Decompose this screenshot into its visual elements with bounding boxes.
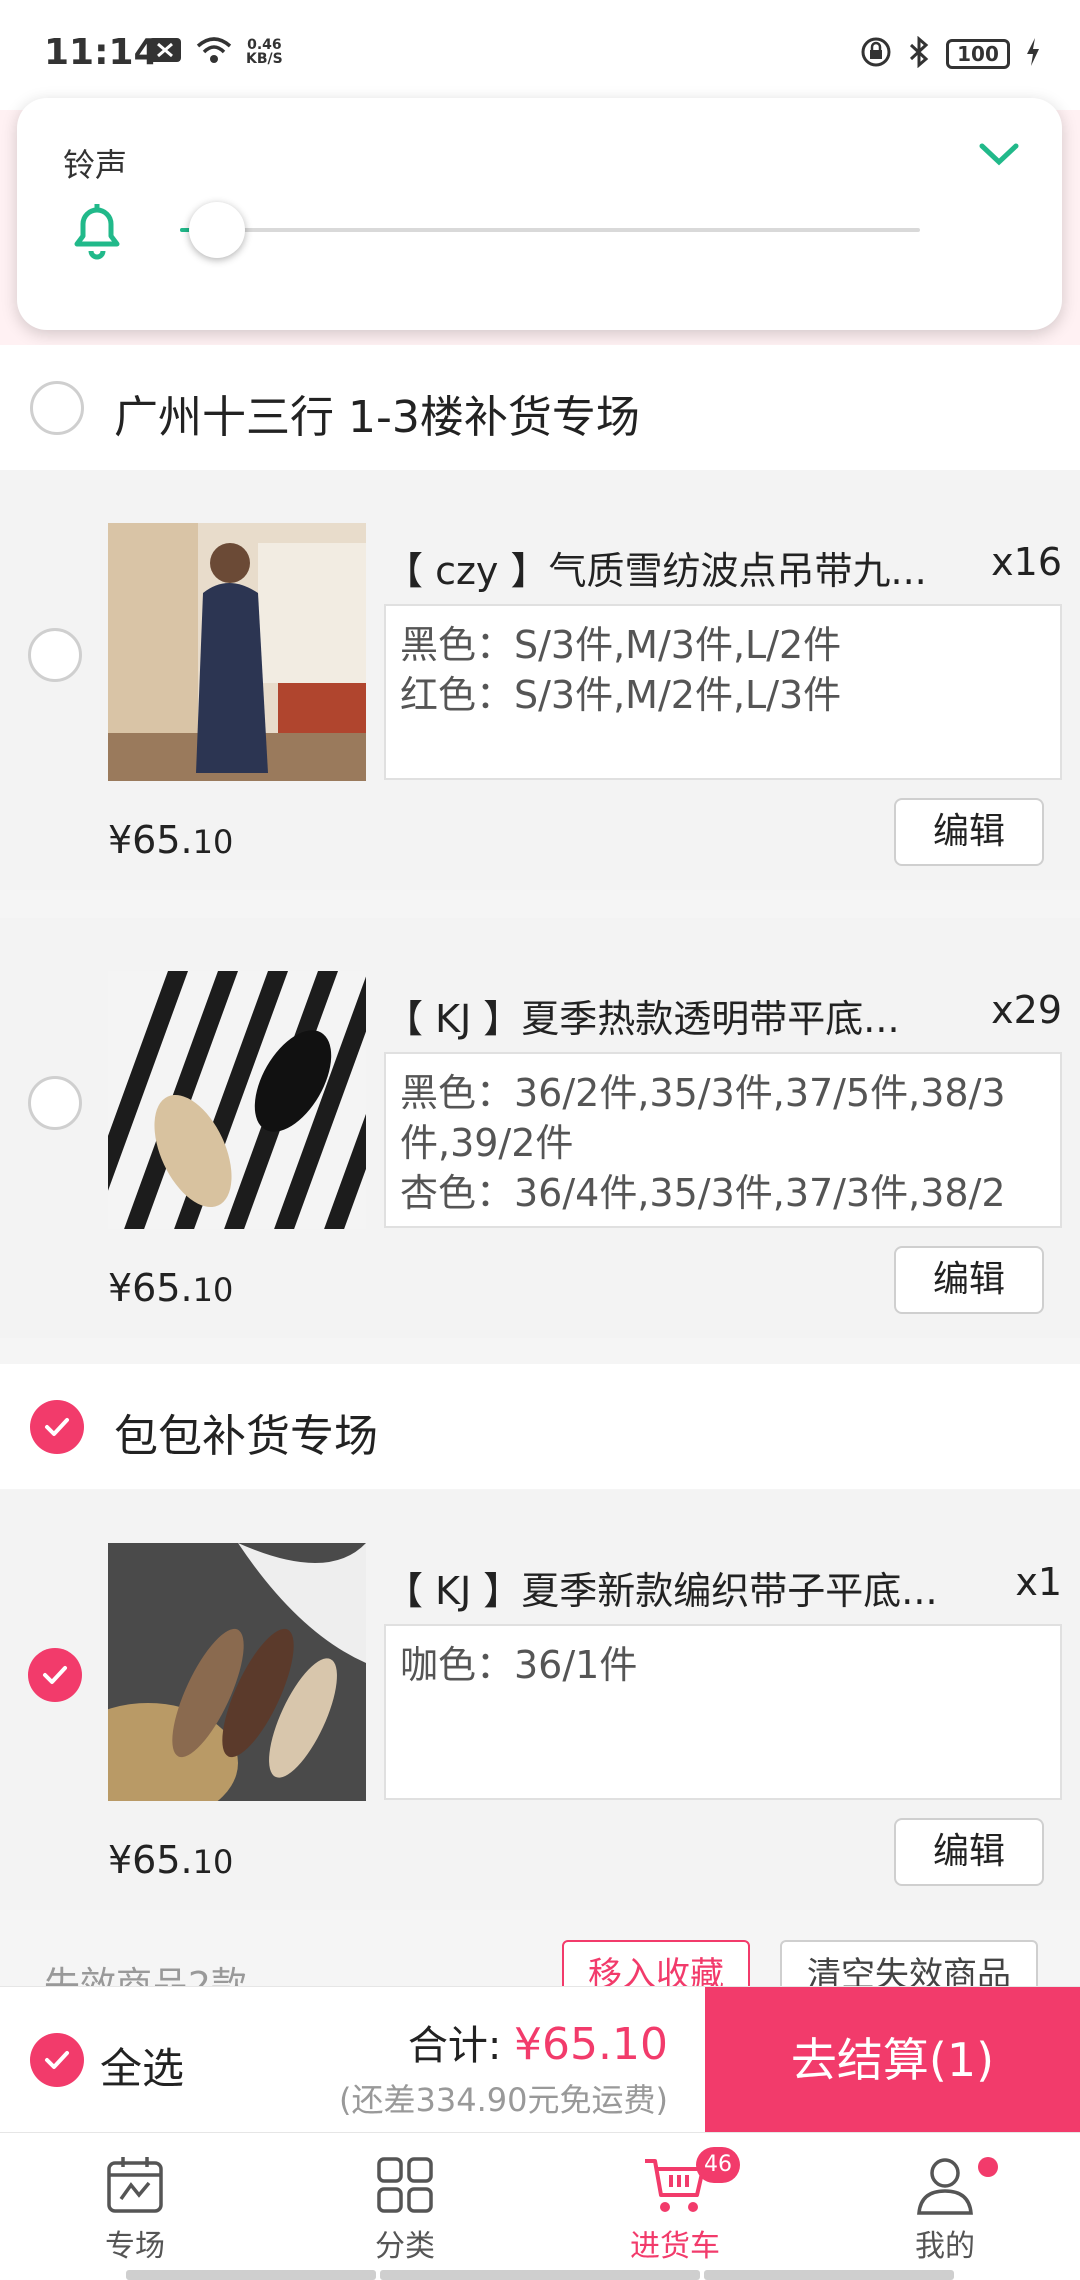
item-price-main: ¥65. — [108, 818, 193, 862]
move-to-favorites-button[interactable]: 移入收藏 — [562, 1940, 750, 1992]
grid-icon — [373, 2153, 437, 2217]
item-title[interactable]: 【 czy 】气质雪纺波点吊带九... — [385, 540, 945, 595]
item-select-checkbox[interactable] — [28, 1648, 82, 1702]
cart-item: 【 KJ 】夏季热款透明带平底... x29 黑色：36/2件,35/3件,37… — [0, 918, 1080, 1338]
item-spec-box: 黑色：36/2件,35/3件,37/5件,38/3件,39/2件 杏色：36/4… — [384, 1052, 1062, 1228]
tab-label: 我的 — [915, 2229, 975, 2264]
select-all-checkbox[interactable] — [30, 2033, 84, 2087]
tab-category[interactable]: 分类 — [270, 2133, 540, 2280]
shop-header: 广州十三行 1-3楼补货专场 — [0, 345, 1080, 470]
checkout-button[interactable]: 去结算(1) — [705, 1987, 1080, 2133]
total-label: 合计: — [407, 2023, 502, 2069]
tab-mine[interactable]: 我的 — [810, 2133, 1080, 2280]
notification-icon — [148, 36, 182, 68]
item-price: ¥65.10 — [108, 818, 233, 862]
item-spec-line: 黑色：S/3件,M/3件,L/2件 — [400, 623, 842, 667]
product-image[interactable] — [108, 523, 366, 781]
bell-icon[interactable] — [67, 198, 127, 260]
item-price-main: ¥65. — [108, 1266, 193, 1310]
item-quantity: x16 — [991, 540, 1062, 584]
edit-button[interactable]: 编辑 — [894, 1818, 1044, 1886]
total-line: 合计: ¥65.10 — [408, 2013, 668, 2071]
item-spec-line: 红色：S/3件,M/2件,L/3件 — [400, 673, 842, 717]
edit-button[interactable]: 编辑 — [894, 1246, 1044, 1314]
product-image[interactable] — [108, 971, 366, 1229]
item-select-checkbox[interactable] — [28, 628, 82, 682]
checkout-bar: 全选 合计: ¥65.10 (还差334.90元免运费) 去结算(1) — [0, 1986, 1080, 2133]
network-speed-value: 0.46 — [247, 37, 282, 53]
tab-label: 进货车 — [630, 2229, 720, 2264]
select-all-label[interactable]: 全选 — [100, 2035, 184, 2096]
item-spec-line: 黑色：36/2件,35/3件,37/5件,38/3件,39/2件 — [400, 1071, 1006, 1165]
chevron-down-icon[interactable] — [974, 136, 1024, 176]
item-spec-line: 咖色：36/1件 — [400, 1643, 638, 1687]
checkmark-icon — [45, 1418, 69, 1436]
cart-count-badge: 46 — [696, 2147, 740, 2183]
notification-dot — [978, 2157, 998, 2177]
volume-slider[interactable] — [180, 202, 920, 258]
total-amount: ¥65.10 — [514, 2019, 668, 2070]
shop-select-checkbox[interactable] — [30, 1400, 84, 1454]
checkmark-icon — [45, 2051, 69, 2069]
item-price-decimal: 10 — [192, 823, 234, 861]
shop-header: 包包补货专场 — [0, 1364, 1080, 1489]
tab-cart[interactable]: 进货车 — [540, 2133, 810, 2280]
bluetooth-icon — [908, 35, 930, 72]
item-select-checkbox[interactable] — [28, 1076, 82, 1130]
battery-indicator: 100 — [946, 39, 1010, 69]
item-quantity: x1 — [1015, 1560, 1062, 1604]
item-price-main: ¥65. — [108, 1838, 193, 1882]
product-image[interactable] — [108, 1543, 366, 1801]
invalid-goods-row: 失效商品2款 移入收藏 清空失效商品 — [0, 1912, 1080, 1992]
nav-hint-segment — [126, 2270, 376, 2280]
network-speed-unit: KB/S — [246, 51, 283, 67]
tab-label: 专场 — [105, 2229, 165, 2264]
bottom-tab-bar: 专场 分类 进货车 46 我的 — [0, 2132, 1080, 2280]
volume-panel: 铃声 — [17, 98, 1062, 330]
status-time: 11:14 — [44, 32, 159, 73]
item-price: ¥65.10 — [108, 1838, 233, 1882]
volume-slider-thumb[interactable] — [189, 202, 245, 258]
item-price: ¥65.10 — [108, 1266, 233, 1310]
shop-title: 广州十三行 1-3楼补货专场 — [114, 392, 640, 443]
item-title[interactable]: 【 KJ 】夏季新款编织带子平底... — [385, 1560, 945, 1615]
item-spec-box: 黑色：S/3件,M/3件,L/2件 红色：S/3件,M/2件,L/3件 — [384, 604, 1062, 780]
user-icon — [913, 2153, 977, 2217]
charging-icon — [1026, 38, 1040, 70]
checkmark-icon — [43, 1666, 67, 1684]
shipping-note: (还差334.90元免运费) — [339, 2081, 668, 2119]
rotation-lock-icon — [860, 36, 892, 72]
item-spec-line: 杏色：36/4件,35/3件,37/3件,38/2 — [400, 1171, 1006, 1215]
network-speed: 0.46 KB/S — [246, 38, 283, 66]
edit-button[interactable]: 编辑 — [894, 798, 1044, 866]
tab-label: 分类 — [375, 2229, 435, 2264]
clear-invalid-button[interactable]: 清空失效商品 — [780, 1940, 1038, 1992]
status-bar: 11:14 0.46 KB/S 100 — [0, 0, 1080, 110]
shop-title: 包包补货专场 — [114, 1411, 378, 1462]
calendar-chart-icon — [103, 2153, 167, 2217]
volume-label: 铃声 — [63, 146, 128, 184]
nav-hint-segment — [380, 2270, 700, 2280]
item-spec-box: 咖色：36/1件 — [384, 1624, 1062, 1800]
tab-special[interactable]: 专场 — [0, 2133, 270, 2280]
cart-item: 【 KJ 】夏季新款编织带子平底... x1 咖色：36/1件 ¥65.10 编… — [0, 1490, 1080, 1910]
cart-item: 【 czy 】气质雪纺波点吊带九... x16 黑色：S/3件,M/3件,L/2… — [0, 470, 1080, 890]
nav-hint-segment — [704, 2270, 954, 2280]
item-price-decimal: 10 — [192, 1271, 234, 1309]
item-title[interactable]: 【 KJ 】夏季热款透明带平底... — [385, 988, 945, 1043]
item-price-decimal: 10 — [192, 1843, 234, 1881]
item-quantity: x29 — [991, 988, 1062, 1032]
wifi-icon — [196, 36, 232, 68]
shop-select-checkbox[interactable] — [30, 381, 84, 435]
